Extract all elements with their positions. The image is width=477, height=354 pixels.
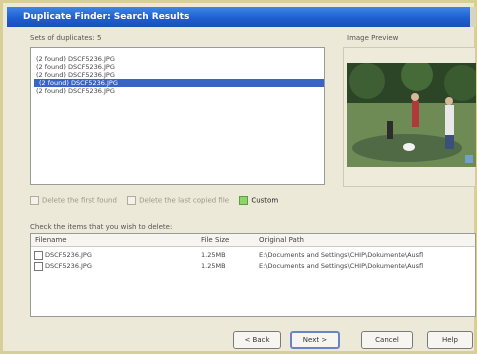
title-bar-edge (470, 7, 476, 27)
column-path[interactable]: Original Path (259, 236, 304, 244)
cell-path: E:\Documents and Settings\CHIP\Dokumente… (259, 262, 424, 270)
window-title: Duplicate Finder: Search Results (23, 12, 190, 22)
checkbox-icon (127, 196, 137, 205)
duplicate-finder-window: Duplicate Finder: Search Results Sets of… (0, 0, 477, 354)
list-item[interactable]: (2 found) DSCF5236.JPG (31, 87, 324, 95)
image-preview (347, 63, 476, 167)
cancel-button[interactable]: Cancel (361, 331, 413, 349)
cell-filename: DSCF5236.JPG (45, 251, 92, 259)
cell-filename: DSCF5236.JPG (45, 262, 92, 270)
duplicates-label: Sets of duplicates: 5 (30, 34, 102, 42)
table-row[interactable]: DSCF5236.JPG 1.25MB E:\Documents and Set… (31, 250, 475, 260)
files-instruction: Check the items that you wish to delete: (30, 223, 173, 231)
list-item[interactable]: (2 found) DSCF5236.JPG (31, 55, 324, 63)
option-delete-last[interactable]: Delete the last copied file (127, 196, 229, 205)
title-bar[interactable]: Duplicate Finder: Search Results (7, 7, 476, 27)
table-row[interactable]: DSCF5236.JPG 1.25MB E:\Documents and Set… (31, 261, 475, 271)
row-checkbox[interactable] (34, 251, 43, 260)
files-table: Filename File Size Original Path DSCF523… (30, 233, 476, 317)
next-button[interactable]: Next > (290, 331, 340, 349)
checkbox-icon (239, 196, 249, 205)
option-custom[interactable]: Custom (239, 196, 278, 205)
column-filename[interactable]: Filename (35, 236, 67, 244)
preview-label: Image Preview (347, 34, 399, 42)
cell-path: E:\Documents and Settings\CHIP\Dokumente… (259, 251, 424, 259)
option-delete-first[interactable]: Delete the first found (30, 196, 117, 205)
duplicates-list[interactable]: (2 found) DSCF5236.JPG (2 found) DSCF523… (30, 47, 325, 185)
list-item-selected[interactable]: (2 found) DSCF5236.JPG (34, 79, 324, 87)
delete-options: Delete the first found Delete the last c… (30, 196, 286, 205)
back-button[interactable]: < Back (233, 331, 281, 349)
help-button[interactable]: Help (427, 331, 473, 349)
column-filesize[interactable]: File Size (201, 236, 229, 244)
list-item[interactable]: (2 found) DSCF5236.JPG (31, 63, 324, 71)
checkbox-icon (30, 196, 39, 205)
row-checkbox[interactable] (34, 262, 43, 271)
cell-filesize: 1.25MB (201, 262, 226, 270)
table-header: Filename File Size Original Path (31, 234, 475, 247)
preview-photo (347, 63, 476, 167)
list-item[interactable]: (2 found) DSCF5236.JPG (31, 71, 324, 79)
cell-filesize: 1.25MB (201, 251, 226, 259)
